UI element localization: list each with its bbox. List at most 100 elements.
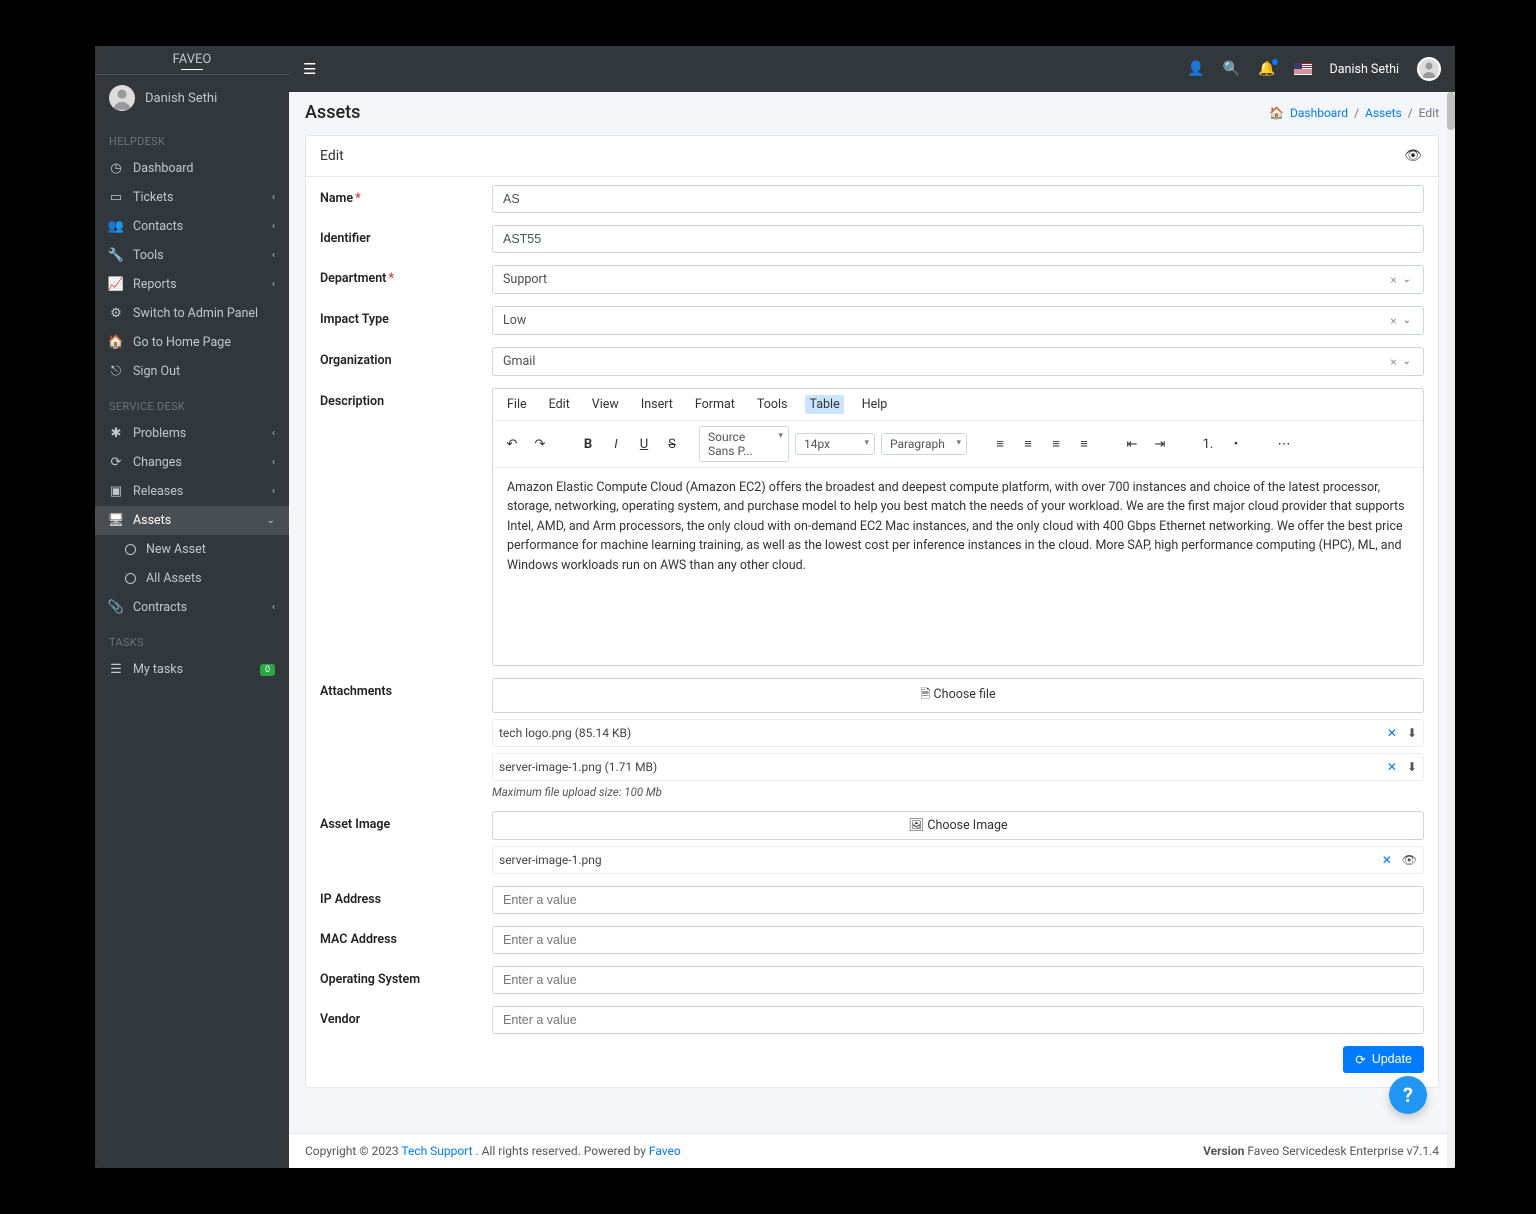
choose-image-button[interactable]: 🖼 Choose Image [492, 811, 1424, 840]
ip-input[interactable] [492, 886, 1424, 914]
sidebar-item-dashboard[interactable]: ◷Dashboard [95, 154, 289, 183]
identifier-input[interactable] [492, 225, 1424, 253]
bug-icon: ✱ [109, 426, 123, 441]
undo-icon[interactable]: ↶ [501, 433, 523, 455]
clear-icon[interactable]: × [1386, 314, 1400, 328]
bold-icon[interactable]: B [577, 433, 599, 455]
box-icon: ▣ [109, 484, 123, 499]
breadcrumb-assets[interactable]: Assets [1365, 106, 1402, 120]
menu-table[interactable]: Table [805, 395, 843, 414]
ordered-list-icon[interactable]: 1. [1197, 433, 1219, 455]
mac-input[interactable] [492, 926, 1424, 954]
menu-view[interactable]: View [588, 395, 623, 414]
breadcrumb-current: Edit [1419, 106, 1439, 120]
chevron-left-icon: ‹ [272, 428, 275, 439]
section-tasks: TASKS [95, 622, 289, 655]
organization-select[interactable]: Gmail×⌄ [492, 347, 1424, 376]
choose-file-button[interactable]: 🗎 Choose file [492, 678, 1424, 713]
label-mac: MAC Address [320, 932, 397, 947]
clear-icon[interactable]: × [1386, 273, 1400, 287]
download-icon[interactable]: ⬇ [1407, 760, 1417, 774]
align-left-icon[interactable]: ≡ [989, 433, 1011, 455]
size-select[interactable]: 14px [795, 433, 875, 455]
search-icon[interactable]: 🔍 [1223, 61, 1240, 77]
sidebar-item-tools[interactable]: 🔧Tools‹ [95, 241, 289, 270]
department-select[interactable]: Support×⌄ [492, 265, 1424, 294]
clear-icon[interactable]: × [1386, 355, 1400, 369]
chevron-down-icon: ⌄ [1401, 315, 1413, 326]
label-identifier: Identifier [320, 231, 370, 246]
topbar-avatar[interactable] [1417, 57, 1441, 81]
label-department: Department [320, 271, 386, 286]
remove-icon[interactable]: ✕ [1382, 853, 1392, 867]
sidebar-item-adminpanel[interactable]: ⚙Switch to Admin Panel [95, 299, 289, 328]
sidebar-item-contracts[interactable]: 📎Contracts‹ [95, 593, 289, 622]
sidebar-item-mytasks[interactable]: ☰My tasks0 [95, 655, 289, 684]
sidebar-item-new-asset[interactable]: New Asset [95, 535, 289, 564]
label-vendor: Vendor [320, 1012, 360, 1027]
breadcrumb-dashboard[interactable]: Dashboard [1290, 106, 1348, 120]
name-input[interactable] [492, 185, 1424, 213]
menu-help[interactable]: Help [858, 395, 892, 414]
sidebar-item-reports[interactable]: 📈Reports‹ [95, 270, 289, 299]
download-icon[interactable]: ⬇ [1407, 726, 1417, 740]
wrench-icon: 🔧 [109, 248, 123, 263]
unordered-list-icon[interactable]: • [1225, 433, 1247, 455]
font-select[interactable]: Source Sans P... [699, 426, 789, 462]
chevron-left-icon: ‹ [272, 221, 275, 232]
add-user-icon[interactable]: 👤 [1187, 61, 1204, 77]
underline-icon[interactable]: U [633, 433, 655, 455]
help-fab[interactable]: ? [1389, 1076, 1427, 1114]
update-button[interactable]: ⟳Update [1343, 1046, 1424, 1073]
sidebar-user[interactable]: Danish Sethi [95, 75, 289, 121]
image-icon: 🖼 [908, 818, 924, 833]
sidebar-item-tickets[interactable]: ▭Tickets‹ [95, 183, 289, 212]
strike-icon[interactable]: S [661, 433, 683, 455]
indent-icon[interactable]: ⇥ [1149, 433, 1171, 455]
flag-us-icon[interactable] [1294, 63, 1312, 75]
sidebar-item-assets[interactable]: 🖥Assets⌄ [95, 506, 289, 535]
sidebar-item-all-assets[interactable]: All Assets [95, 564, 289, 593]
menu-toggle-icon[interactable]: ☰ [303, 60, 316, 78]
italic-icon[interactable]: I [605, 433, 627, 455]
os-input[interactable] [492, 966, 1424, 994]
outdent-icon[interactable]: ⇤ [1121, 433, 1143, 455]
footer-tech-link[interactable]: Tech Support [401, 1144, 472, 1158]
editor-content[interactable]: Amazon Elastic Compute Cloud (Amazon EC2… [493, 468, 1423, 665]
vendor-input[interactable] [492, 1006, 1424, 1034]
align-center-icon[interactable]: ≡ [1017, 433, 1039, 455]
align-justify-icon[interactable]: ≡ [1073, 433, 1095, 455]
impact-select[interactable]: Low×⌄ [492, 306, 1424, 335]
label-asset-image: Asset Image [320, 817, 390, 832]
menu-insert[interactable]: Insert [637, 395, 677, 414]
topbar-username[interactable]: Danish Sethi [1330, 62, 1399, 77]
sidebar-item-signout[interactable]: ⎋Sign Out [95, 357, 289, 386]
footer-faveo-link[interactable]: Faveo [649, 1144, 681, 1158]
radio-icon [125, 573, 136, 584]
remove-icon[interactable]: ✕ [1387, 726, 1397, 740]
chevron-left-icon: ‹ [272, 250, 275, 261]
menu-format[interactable]: Format [691, 395, 739, 414]
sidebar-item-changes[interactable]: ⟳Changes‹ [95, 448, 289, 477]
bell-icon[interactable]: 🔔 [1258, 61, 1275, 77]
brand[interactable]: FAVEO [95, 46, 289, 75]
block-select[interactable]: Paragraph [881, 433, 967, 455]
sidebar-item-contacts[interactable]: 👥Contacts‹ [95, 212, 289, 241]
menu-edit[interactable]: Edit [545, 395, 574, 414]
gauge-icon: ◷ [109, 161, 123, 176]
remove-icon[interactable]: ✕ [1387, 760, 1397, 774]
footer: Copyright © 2023 Tech Support . All righ… [289, 1133, 1455, 1168]
scrollbar-track[interactable] [1447, 92, 1455, 1168]
more-icon[interactable]: ⋯ [1273, 433, 1295, 455]
sidebar-item-releases[interactable]: ▣Releases‹ [95, 477, 289, 506]
align-right-icon[interactable]: ≡ [1045, 433, 1067, 455]
redo-icon[interactable]: ↷ [529, 433, 551, 455]
scrollbar-thumb[interactable] [1447, 92, 1455, 130]
sidebar-item-homepage[interactable]: 🏠Go to Home Page [95, 328, 289, 357]
sidebar-item-problems[interactable]: ✱Problems‹ [95, 419, 289, 448]
menu-file[interactable]: File [503, 395, 531, 414]
preview-button[interactable]: 👁 [1402, 146, 1424, 166]
required-mark: * [388, 271, 394, 286]
menu-tools[interactable]: Tools [753, 395, 792, 414]
eye-icon[interactable]: 👁 [1402, 853, 1417, 867]
